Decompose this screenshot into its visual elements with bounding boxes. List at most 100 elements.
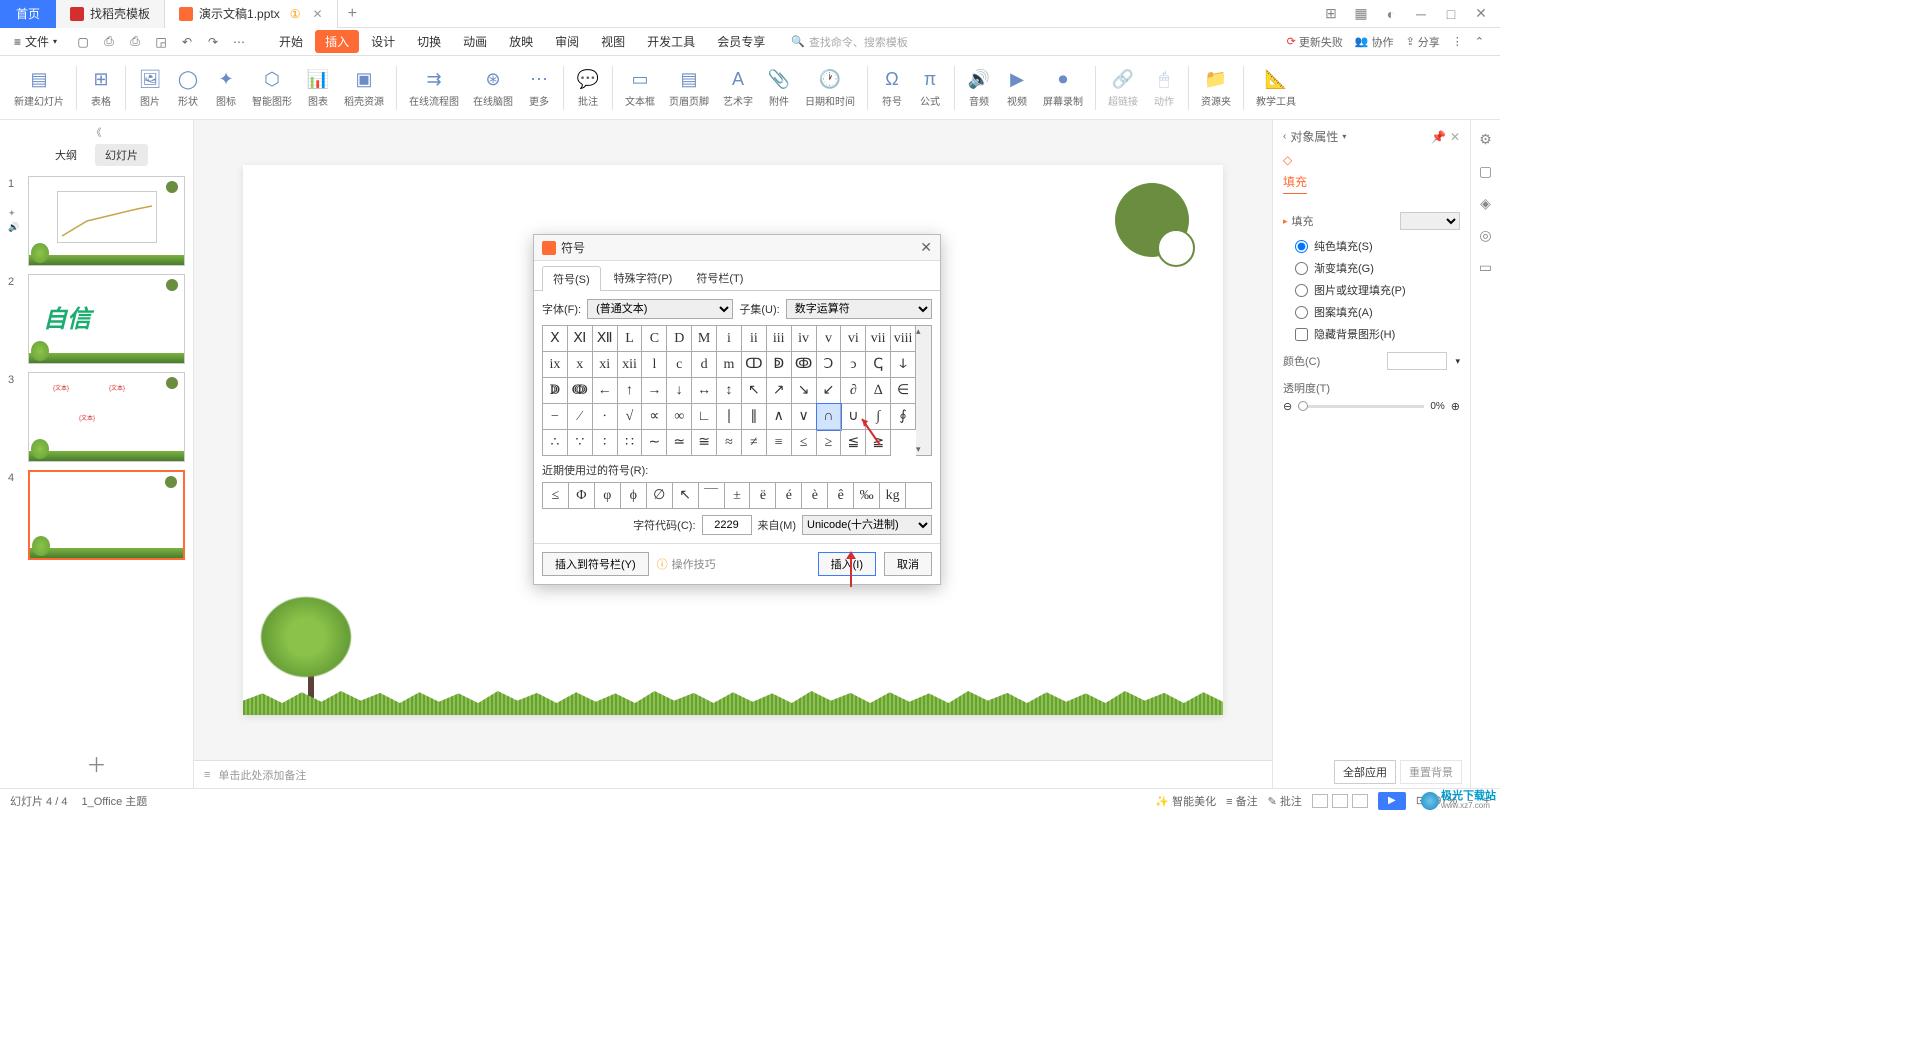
- subset-select[interactable]: 数字运算符: [786, 299, 932, 319]
- symbol-cell[interactable]: ∕: [568, 404, 593, 430]
- recent-symbol-cell[interactable]: Φ: [569, 483, 595, 509]
- symbol-cell[interactable]: ≠: [742, 430, 767, 456]
- symbol-cell[interactable]: ↀ: [742, 352, 767, 378]
- ribbon-hyperlink[interactable]: 🔗超链接: [1102, 67, 1144, 108]
- symbol-cell[interactable]: ≅: [692, 430, 717, 456]
- radio-pattern[interactable]: 图案填充(A): [1295, 304, 1460, 320]
- ribbon-audio[interactable]: 🔊音频: [961, 67, 997, 108]
- symbol-cell[interactable]: ∝: [642, 404, 667, 430]
- symbol-cell[interactable]: xii: [618, 352, 643, 378]
- symbol-cell[interactable]: Ↄ: [817, 352, 842, 378]
- symbol-cell[interactable]: ∞: [667, 404, 692, 430]
- symbol-cell[interactable]: ↁ: [767, 352, 792, 378]
- symbol-cell[interactable]: ↗: [767, 378, 792, 404]
- symbol-cell[interactable]: ∣: [717, 404, 742, 430]
- view-normal-icon[interactable]: [1312, 794, 1328, 808]
- symbol-cell[interactable]: m: [717, 352, 742, 378]
- symbol-cell[interactable]: ∥: [742, 404, 767, 430]
- color-chevron-icon[interactable]: ▾: [1455, 356, 1460, 367]
- tab-insert[interactable]: 插入: [315, 30, 359, 53]
- symbol-cell[interactable]: c: [667, 352, 692, 378]
- ribbon-attachment[interactable]: 📎附件: [761, 67, 797, 108]
- code-input[interactable]: [702, 515, 752, 535]
- view-sorter-icon[interactable]: [1332, 794, 1348, 808]
- symbol-cell[interactable]: ∼: [642, 430, 667, 456]
- symbol-cell[interactable]: v: [817, 326, 842, 352]
- recent-symbol-cell[interactable]: ê: [828, 483, 854, 509]
- symbol-cell[interactable]: ↂ: [792, 352, 817, 378]
- symbol-cell[interactable]: l: [642, 352, 667, 378]
- symbol-cell[interactable]: ↙: [817, 378, 842, 404]
- symbol-cell[interactable]: ii: [742, 326, 767, 352]
- symbol-cell[interactable]: ↕: [717, 378, 742, 404]
- ribbon-icon[interactable]: ✦图标: [208, 67, 244, 108]
- redo-icon[interactable]: ↷: [205, 34, 221, 50]
- symbol-cell[interactable]: ↈ: [568, 378, 593, 404]
- symbol-cell[interactable]: ≦: [841, 430, 866, 456]
- ribbon-chart[interactable]: 📊图表: [300, 67, 336, 108]
- recent-symbol-cell[interactable]: ∅: [647, 483, 673, 509]
- symbol-cell[interactable]: ↘: [792, 378, 817, 404]
- ribbon-resource[interactable]: ▣稻壳资源: [338, 67, 390, 108]
- tab-animation[interactable]: 动画: [453, 30, 497, 53]
- notes-bar[interactable]: ≡ 单击此处添加备注: [194, 760, 1272, 788]
- comments-toggle[interactable]: ✎ 批注: [1268, 793, 1302, 809]
- symbol-cell[interactable]: ∨: [792, 404, 817, 430]
- symbol-cell[interactable]: iii: [767, 326, 792, 352]
- ribbon-new-slide[interactable]: ▤新建幻灯片: [8, 67, 70, 108]
- symbol-cell[interactable]: ∪: [841, 404, 866, 430]
- symbol-cell[interactable]: iv: [792, 326, 817, 352]
- symbol-cell[interactable]: x: [568, 352, 593, 378]
- thumb-1[interactable]: 1 ✦🔊: [8, 176, 185, 266]
- symbol-cell[interactable]: ∂: [841, 378, 866, 404]
- add-slide[interactable]: ＋: [0, 739, 193, 788]
- tab-slideshow[interactable]: 放映: [499, 30, 543, 53]
- symbol-cell[interactable]: ∮: [891, 404, 916, 430]
- tab-new[interactable]: +: [338, 5, 367, 23]
- symbol-cell[interactable]: ∫: [866, 404, 891, 430]
- user-avatar-icon[interactable]: ◐: [1382, 5, 1400, 23]
- open-icon[interactable]: ▢: [75, 34, 91, 50]
- ribbon-teaching[interactable]: 📐教学工具: [1250, 67, 1302, 108]
- tab-slides[interactable]: 幻灯片: [95, 144, 148, 166]
- radio-gradient[interactable]: 渐变填充(G): [1295, 260, 1460, 276]
- recent-symbol-cell[interactable]: ↖: [673, 483, 699, 509]
- ribbon-headerfooter[interactable]: ▤页眉页脚: [663, 67, 715, 108]
- ribbon-symbol[interactable]: Ω符号: [874, 67, 910, 108]
- tab-design[interactable]: 设计: [361, 30, 405, 53]
- radio-picture-input[interactable]: [1295, 284, 1308, 297]
- recent-symbol-cell[interactable]: ≤: [543, 483, 569, 509]
- recent-symbol-cell[interactable]: é: [776, 483, 802, 509]
- ribbon-comment[interactable]: 💬批注: [570, 67, 606, 108]
- symbol-cell[interactable]: ↑: [618, 378, 643, 404]
- slider-plus-icon[interactable]: ⊕: [1451, 400, 1460, 413]
- symbol-cell[interactable]: Ⅹ: [543, 326, 568, 352]
- tab-document[interactable]: 演示文稿1.pptx ① ✕: [165, 0, 338, 28]
- share-button[interactable]: ⇪ 分享: [1406, 34, 1440, 50]
- tab-close-icon[interactable]: ✕: [313, 7, 323, 21]
- ribbon-smartart[interactable]: ⬡智能图形: [246, 67, 298, 108]
- symbol-cell[interactable]: →: [642, 378, 667, 404]
- symbol-cell[interactable]: ∙: [593, 404, 618, 430]
- recent-symbol-cell[interactable]: ë: [750, 483, 776, 509]
- insert-button[interactable]: 插入(I): [818, 552, 876, 576]
- ribbon-mindmap[interactable]: ⊛在线脑图: [467, 67, 519, 108]
- tab-start[interactable]: 开始: [269, 30, 313, 53]
- radio-solid-input[interactable]: [1295, 240, 1308, 253]
- collab-button[interactable]: 👥 协作: [1355, 34, 1394, 50]
- ribbon-resources[interactable]: 📁资源夹: [1195, 67, 1237, 108]
- symbol-cell[interactable]: ≈: [717, 430, 742, 456]
- symbol-cell[interactable]: ∶: [593, 430, 618, 456]
- file-menu[interactable]: ≡ 文件 ▾: [8, 33, 63, 50]
- print-icon[interactable]: ⎙: [127, 34, 143, 50]
- symbol-cell[interactable]: ≡: [767, 430, 792, 456]
- tab-outline[interactable]: 大纲: [45, 144, 87, 166]
- panel-section-fill[interactable]: 填充: [1283, 173, 1307, 194]
- pin-icon[interactable]: 📌: [1431, 130, 1446, 144]
- radio-gradient-input[interactable]: [1295, 262, 1308, 275]
- tab-view[interactable]: 视图: [591, 30, 635, 53]
- close-window-icon[interactable]: ✕: [1472, 5, 1490, 23]
- symbol-cell[interactable]: xi: [593, 352, 618, 378]
- recent-symbol-cell[interactable]: è: [802, 483, 828, 509]
- apps-icon[interactable]: ▦: [1352, 5, 1370, 23]
